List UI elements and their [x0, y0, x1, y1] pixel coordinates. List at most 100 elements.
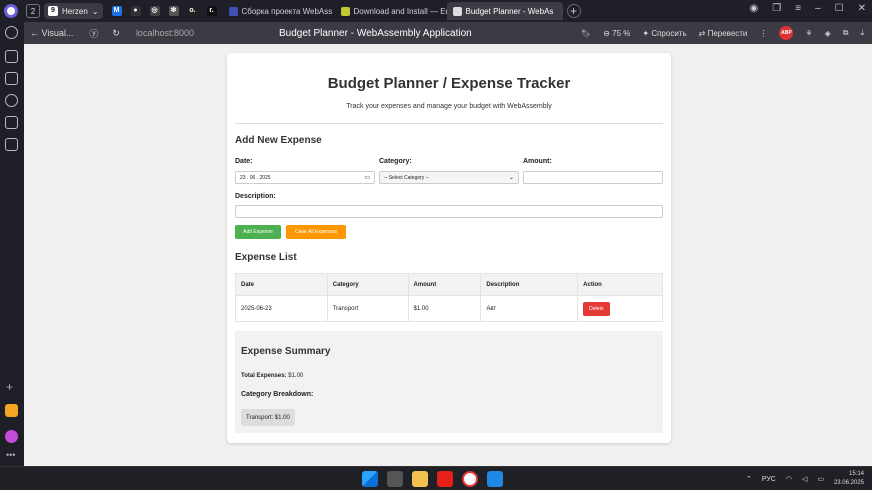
total-label: Total Expenses: [241, 373, 287, 379]
pinned-tab-icon[interactable]: ◎ [149, 6, 160, 16]
clock-time: 15:14 [848, 471, 864, 477]
downloads-icon[interactable]: ⤓ [860, 28, 864, 38]
cell-date: 2025-06-23 [235, 295, 328, 322]
tab-download-install[interactable]: Download and Install — Em [335, 2, 447, 20]
language-indicator[interactable]: РУС [762, 476, 776, 483]
pinned-tab-icon-2[interactable]: o. [187, 6, 198, 16]
sidebar-toggle-icon[interactable]: ⧉ [843, 28, 849, 38]
date-label: Date: [235, 158, 253, 165]
ask-button[interactable]: ✦ Спросить [642, 29, 686, 38]
pinned-tab-r-icon[interactable]: r. [206, 6, 217, 16]
add-panel-icon[interactable]: + [6, 380, 13, 394]
extension-icon[interactable]: ⚘ [805, 29, 812, 38]
divider [235, 123, 663, 124]
tab-favicon-icon [340, 6, 350, 16]
chevron-up-icon[interactable]: ⌃ [746, 475, 752, 483]
date-field[interactable]: 23 . 06 . 2025 ▭ [235, 171, 375, 184]
back-button[interactable]: ← Visual... [30, 28, 73, 38]
translate-label: Перевести [707, 28, 748, 38]
more-icon[interactable]: ••• [6, 450, 15, 460]
page-title-in-bar: Budget Planner - WebAssembly Application [279, 28, 472, 39]
cell-amount: $1.00 [407, 295, 482, 322]
tab-label: Сборка проекта WebAss [241, 6, 333, 16]
collections-icon[interactable]: ❐ [772, 3, 781, 14]
pinned-tab-m-icon[interactable]: M [111, 6, 122, 16]
extension-icon-2[interactable]: ◈ [825, 29, 831, 38]
category-chip: Transport: $1.00 [241, 409, 295, 426]
tab-group-herzen[interactable]: 9 Herzen ⌄ [44, 3, 103, 19]
new-tab-button[interactable]: + [566, 4, 581, 18]
description-label: Description: [235, 193, 276, 200]
notes-icon[interactable] [5, 72, 18, 85]
expense-summary-panel: Expense Summary Total Expenses: $1.00 Ca… [235, 331, 663, 433]
calendar-icon[interactable] [5, 116, 18, 129]
app-container: Budget Planner / Expense Tracker Track y… [227, 53, 671, 443]
clock[interactable]: 15:14 23.06.2025 [834, 470, 864, 488]
zoom-label: 75 % [612, 28, 631, 38]
pinned-tab-github-icon[interactable]: ● [130, 6, 141, 16]
tab-favicon-icon [228, 6, 238, 16]
file-explorer-icon[interactable] [412, 471, 428, 487]
collections-icon[interactable] [5, 50, 18, 63]
task-view-icon[interactable] [387, 471, 403, 487]
history-icon[interactable] [5, 26, 18, 39]
menu-icon[interactable]: ≡ [795, 3, 801, 14]
tab-label: Download and Install — Em [353, 6, 447, 16]
volume-icon[interactable]: ◁ [802, 475, 807, 483]
summary-heading: Expense Summary [241, 346, 331, 357]
herzen-icon: 9 [48, 6, 58, 16]
expense-table: Date Category Amount Description Action … [235, 273, 663, 322]
media-icon[interactable] [5, 94, 18, 107]
date-value: 23 . 06 . 2025 [240, 174, 271, 181]
translate-button[interactable]: ⇄ Перевести [699, 29, 748, 38]
extensions-icon[interactable]: ◉ [750, 3, 759, 14]
total-expenses: Total Expenses: $1.00 [241, 373, 303, 379]
reload-icon[interactable]: ↻ [112, 28, 120, 39]
close-tab-icon[interactable]: ✕ [561, 7, 562, 16]
zoom-level[interactable]: ⊖ 75 % [603, 29, 630, 38]
more-icon[interactable]: ⋮ [759, 29, 767, 38]
bookmark-icon[interactable]: 🔖︎ [581, 29, 591, 38]
table-row: 2025-06-23 Transport $1.00 Авт Delete [235, 295, 663, 322]
column-header: Date [235, 273, 328, 296]
start-icon[interactable] [362, 471, 378, 487]
maximize-button[interactable]: ☐ [835, 3, 844, 14]
vscode-icon[interactable] [487, 471, 503, 487]
pinned-tab-chatgpt-icon[interactable]: ✻ [168, 6, 179, 16]
cell-category: Transport [326, 295, 409, 322]
tab-count-badge[interactable]: 2 [26, 4, 40, 18]
alice-sidebar-icon[interactable] [5, 430, 18, 443]
tab-strip: 2 9 Herzen ⌄ M ● ◎ ✻ o. r. Сборка проект… [0, 0, 872, 22]
address-bar-row: ← Visual... ⓨ ↻ localhost:8000 Budget Pl… [24, 22, 872, 44]
clear-all-button[interactable]: Clear All Expenses [286, 225, 346, 239]
description-field[interactable] [235, 205, 663, 218]
yandex-browser-icon[interactable] [462, 471, 478, 487]
minimize-button[interactable]: – [815, 3, 821, 14]
browser-logo-icon[interactable] [0, 0, 22, 22]
close-window-button[interactable]: ✕ [858, 3, 866, 14]
amount-field[interactable] [523, 171, 663, 184]
youtube-icon[interactable] [437, 471, 453, 487]
column-header: Amount [407, 273, 482, 296]
column-header: Action [577, 273, 663, 296]
wifi-icon[interactable]: ◠ [786, 475, 792, 483]
adblock-icon[interactable]: ABP [779, 26, 794, 40]
category-value: -- Select Category -- [384, 174, 430, 181]
taskbar-apps [362, 471, 503, 487]
add-expense-button[interactable]: Add Expense [235, 225, 281, 239]
amount-label: Amount: [523, 158, 552, 165]
delete-button[interactable]: Delete [583, 301, 610, 316]
screenshot-icon[interactable] [5, 138, 18, 151]
tab-budget-planner[interactable]: Budget Planner - WebAs ✕ [446, 2, 563, 20]
alice-icon[interactable]: ⓨ [89, 27, 98, 40]
url-field[interactable]: localhost:8000 [136, 28, 194, 38]
chevron-down-icon[interactable]: ⌄ [92, 7, 99, 16]
clock-date: 23.06.2025 [833, 480, 864, 486]
battery-icon[interactable]: ▭ [817, 475, 824, 483]
calendar-icon[interactable]: ▭ [364, 174, 370, 181]
cell-description: Авт [480, 295, 579, 322]
category-select[interactable]: -- Select Category -- ⌄ [379, 171, 519, 184]
mail-icon[interactable] [5, 404, 18, 417]
address-bar-actions: 🔖︎ ⊖ 75 % ✦ Спросить ⇄ Перевести ⋮ ABP ⚘… [581, 26, 864, 40]
tab-webassembly-build[interactable]: Сборка проекта WebAss [223, 2, 335, 20]
